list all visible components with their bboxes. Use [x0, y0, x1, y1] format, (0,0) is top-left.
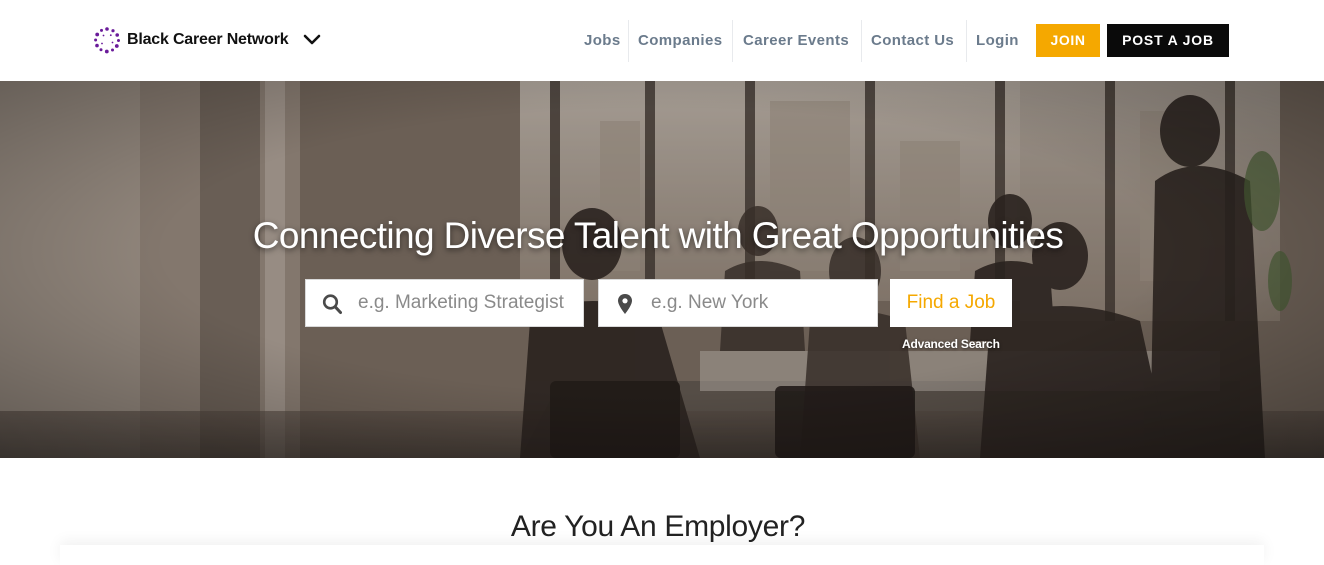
search-icon: [322, 294, 342, 314]
hero-title: Connecting Diverse Talent with Great Opp…: [252, 215, 1064, 256]
find-a-job-button[interactable]: Find a Job: [890, 279, 1012, 327]
nav-divider: [861, 20, 862, 62]
nav-contact-us[interactable]: Contact Us: [871, 22, 954, 60]
nav-divider: [628, 20, 629, 62]
employer-card: [60, 545, 1264, 565]
location-input[interactable]: [651, 280, 866, 326]
logo[interactable]: Black Career Network: [93, 26, 289, 54]
post-a-job-button[interactable]: POST A JOB: [1107, 24, 1229, 57]
location-search-field[interactable]: [598, 279, 878, 327]
nav-companies[interactable]: Companies: [638, 22, 722, 60]
logo-text: Black Career Network: [127, 31, 289, 48]
join-button[interactable]: JOIN: [1036, 24, 1100, 57]
employer-section-heading: Are You An Employer?: [510, 510, 806, 543]
hero-banner: Connecting Diverse Talent with Great Opp…: [0, 81, 1324, 458]
advanced-search-link[interactable]: Advanced Search: [902, 337, 1000, 351]
chevron-down-icon[interactable]: [302, 30, 322, 50]
nav-career-events[interactable]: Career Events: [743, 22, 849, 60]
nav-login[interactable]: Login: [976, 22, 1019, 60]
office-meeting-photo: [0, 81, 1324, 458]
nav-divider: [966, 20, 967, 62]
map-pin-icon: [618, 294, 632, 314]
nav-divider: [732, 20, 733, 62]
dotted-ring-logo-icon: [94, 27, 120, 54]
keyword-input[interactable]: [358, 280, 572, 326]
nav-jobs[interactable]: Jobs: [584, 22, 621, 60]
site-header: Black Career Network Jobs Companies Care…: [0, 0, 1324, 81]
keyword-search-field[interactable]: [305, 279, 584, 327]
